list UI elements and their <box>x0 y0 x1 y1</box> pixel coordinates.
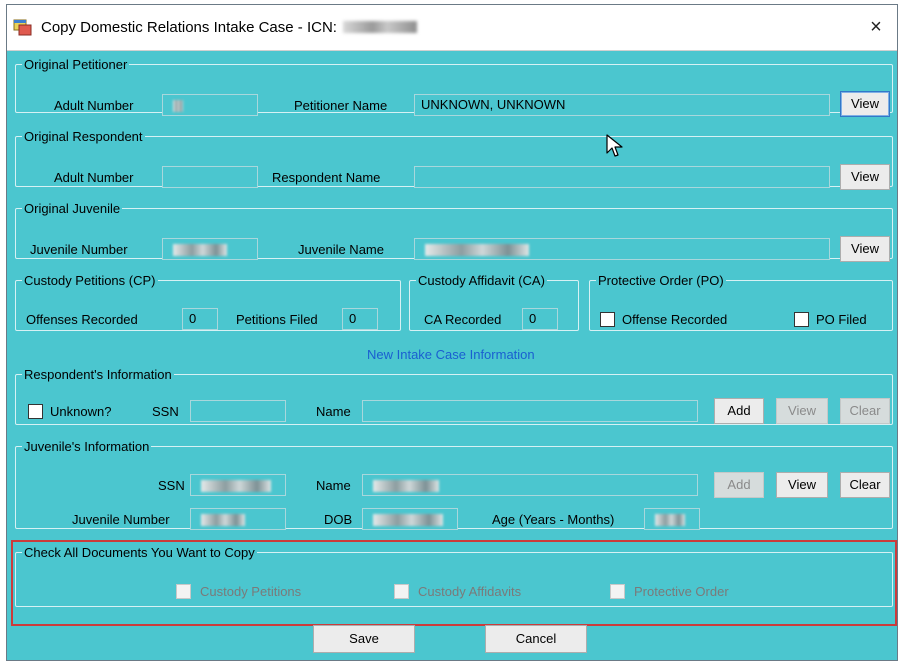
redacted-value <box>201 479 271 492</box>
protective-order-group: Protective Order (PO) Offense Recorded P… <box>589 273 893 331</box>
copy-intake-case-dialog: Copy Domestic Relations Intake Case - IC… <box>6 4 898 661</box>
ca-recorded-field: 0 <box>522 308 558 330</box>
juvenile-ssn-label: SSN <box>158 478 185 493</box>
cancel-button[interactable]: Cancel <box>485 625 587 653</box>
protective-order-label: Protective Order <box>634 584 729 599</box>
juveniles-information-legend: Juvenile's Information <box>24 439 150 454</box>
unknown-label: Unknown? <box>50 404 112 419</box>
redacted-value <box>173 243 227 256</box>
respondent-name-field <box>414 166 830 188</box>
po-filed-label: PO Filed <box>816 312 867 327</box>
custody-affidavits-label: Custody Affidavits <box>418 584 522 599</box>
respondents-information-group: Respondent's Information Unknown? SSN Na… <box>15 367 893 425</box>
save-button[interactable]: Save <box>313 625 415 653</box>
respondent-view-button[interactable]: View <box>776 398 828 424</box>
original-juvenile-group: Original Juvenile Juvenile Number Juveni… <box>15 201 893 262</box>
copy-custody-affidavits-checkbox[interactable] <box>394 584 409 599</box>
respondent-add-button[interactable]: Add <box>714 398 764 424</box>
custody-petitions-group: Custody Petitions (CP) Offenses Recorded… <box>15 273 401 331</box>
juvenile-dob-input[interactable] <box>362 508 458 530</box>
juvenile-number-label: Juvenile Number <box>30 242 128 257</box>
po-filed-checkbox[interactable] <box>794 312 809 327</box>
copy-documents-group: Check All Documents You Want to Copy Cus… <box>15 545 893 607</box>
original-juvenile-legend: Original Juvenile <box>24 201 121 216</box>
copy-protective-order-checkbox[interactable] <box>610 584 625 599</box>
adult-number-label: Adult Number <box>54 98 134 113</box>
offense-recorded-checkbox[interactable] <box>600 312 615 327</box>
close-button[interactable]: × <box>863 14 889 40</box>
juvenile-number-input[interactable] <box>190 508 286 530</box>
petitioner-name-label: Petitioner Name <box>294 98 388 113</box>
juvenile-name-input[interactable] <box>362 474 698 496</box>
redacted-value <box>373 479 439 492</box>
copy-documents-legend: Check All Documents You Want to Copy <box>24 545 255 560</box>
juvenile-clear-button[interactable]: Clear <box>840 472 890 498</box>
petitioner-name-field: UNKNOWN, UNKNOWN <box>414 94 830 116</box>
custody-affidavit-group: Custody Affidavit (CA) CA Recorded 0 <box>409 273 579 331</box>
original-petitioner-legend: Original Petitioner <box>24 57 128 72</box>
window-title-text: Copy Domestic Relations Intake Case - IC… <box>41 19 337 36</box>
respondent-view-button[interactable]: View <box>840 164 890 190</box>
respondents-information-legend: Respondent's Information <box>24 367 172 382</box>
respondent-ssn-label: SSN <box>152 404 179 419</box>
petitions-filed-label: Petitions Filed <box>236 312 318 327</box>
respondent-name-input[interactable] <box>362 400 698 422</box>
original-petitioner-group: Original Petitioner Adult Number Petitio… <box>15 57 893 117</box>
offenses-recorded-label: Offenses Recorded <box>26 312 138 327</box>
juvenile-number-label: Juvenile Number <box>72 512 170 527</box>
title-bar: Copy Domestic Relations Intake Case - IC… <box>7 5 897 51</box>
respondent-unknown-checkbox[interactable] <box>28 404 43 419</box>
close-icon: × <box>870 16 882 38</box>
redacted-value <box>173 99 183 112</box>
offenses-recorded-field: 0 <box>182 308 218 330</box>
redacted-value <box>373 513 443 526</box>
mouse-pointer-icon <box>606 134 623 157</box>
respondent-ssn-input[interactable] <box>190 400 286 422</box>
juvenile-age-field <box>644 508 700 530</box>
new-intake-section-title: New Intake Case Information <box>367 347 535 362</box>
app-window-icon <box>13 19 32 36</box>
petitioner-view-button[interactable]: View <box>840 91 890 117</box>
juvenile-name-label: Name <box>316 478 351 493</box>
petitioner-adult-number-field <box>162 94 258 116</box>
respondent-name-label: Name <box>316 404 351 419</box>
juvenile-name-field <box>414 238 830 260</box>
redacted-value <box>425 243 529 256</box>
juvenile-view-button[interactable]: View <box>840 236 890 262</box>
custody-petitions-label: Custody Petitions <box>200 584 302 599</box>
icn-value-redacted <box>342 21 417 33</box>
juvenile-name-label: Juvenile Name <box>298 242 384 257</box>
adult-number-label: Adult Number <box>54 170 134 185</box>
protective-order-legend: Protective Order (PO) <box>598 273 724 288</box>
juvenile-ssn-input[interactable] <box>190 474 286 496</box>
custody-petitions-legend: Custody Petitions (CP) <box>24 273 156 288</box>
petitions-filed-field: 0 <box>342 308 378 330</box>
respondent-clear-button[interactable]: Clear <box>840 398 890 424</box>
redacted-value <box>201 513 245 526</box>
copy-custody-petitions-checkbox[interactable] <box>176 584 191 599</box>
juvenile-view-button[interactable]: View <box>776 472 828 498</box>
juvenile-dob-label: DOB <box>324 512 353 527</box>
respondent-name-label: Respondent Name <box>272 170 381 185</box>
offense-recorded-label: Offense Recorded <box>622 312 728 327</box>
juvenile-add-button[interactable]: Add <box>714 472 764 498</box>
custody-affidavit-legend: Custody Affidavit (CA) <box>418 273 545 288</box>
ca-recorded-label: CA Recorded <box>424 312 502 327</box>
redacted-value <box>655 513 685 526</box>
juveniles-information-group: Juvenile's Information SSN Name Add View… <box>15 439 893 530</box>
respondent-adult-number-field <box>162 166 258 188</box>
window-title: Copy Domestic Relations Intake Case - IC… <box>41 19 417 36</box>
original-respondent-group: Original Respondent Adult Number Respond… <box>15 129 893 190</box>
juvenile-number-field <box>162 238 258 260</box>
original-respondent-legend: Original Respondent <box>24 129 143 144</box>
juvenile-age-label: Age (Years - Months) <box>492 512 615 527</box>
